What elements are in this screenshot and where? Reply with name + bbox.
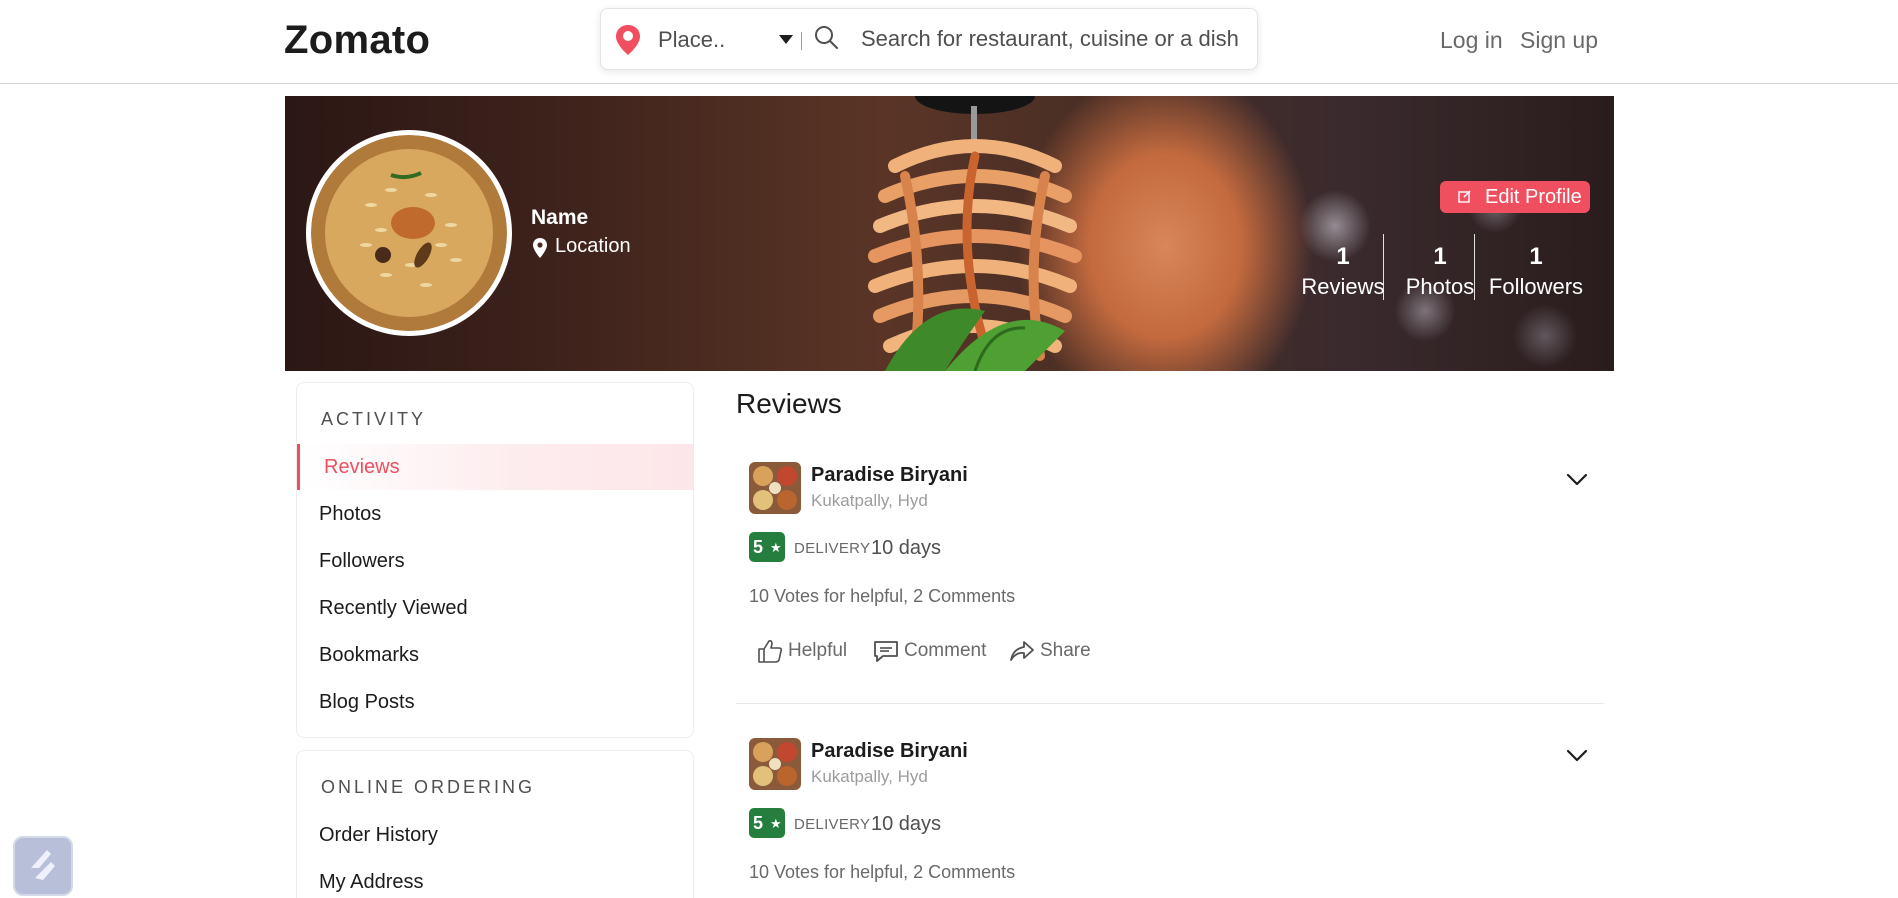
stat-label: Followers — [1488, 274, 1584, 299]
location-pin-icon — [616, 25, 640, 55]
location-select[interactable]: Place.. — [658, 27, 725, 53]
zomato-logo[interactable]: Zomato — [284, 18, 430, 63]
review-time: 10 days — [871, 813, 942, 835]
sidebar-item-label: Photos — [319, 503, 382, 525]
stat-followers[interactable]: 1 Followers — [1481, 242, 1591, 306]
sidebar-item-label: Blog Posts — [319, 691, 415, 713]
helpful-button[interactable]: Helpful — [756, 636, 848, 666]
edit-profile-button[interactable]: Edit Profile — [1440, 181, 1590, 213]
sidebar-item-label: Recently Viewed — [319, 597, 468, 619]
restaurant-food-image — [749, 738, 801, 790]
review-type-tag: DELIVERY — [794, 816, 871, 833]
profile-location: Location — [555, 235, 631, 257]
profile-name: Name — [531, 206, 589, 229]
stat-photos[interactable]: 1 Photos — [1390, 242, 1490, 306]
chevron-down-icon[interactable] — [1564, 466, 1590, 492]
star-icon: ★ — [770, 816, 782, 831]
chevron-down-icon[interactable] — [1564, 742, 1590, 768]
stat-label: Reviews — [1301, 274, 1385, 299]
sidebar-item-followers[interactable]: Followers — [297, 538, 693, 584]
stat-value: 1 — [1433, 243, 1447, 270]
lightning-icon — [31, 850, 55, 880]
review-type-tag: DELIVERY — [794, 540, 871, 557]
top-navbar: Zomato Place.. Log in Sign up — [0, 0, 1898, 84]
profile-avatar[interactable] — [306, 130, 512, 336]
stat-reviews[interactable]: 1 Reviews — [1288, 242, 1398, 306]
sidebar-item-bookmarks[interactable]: Bookmarks — [297, 632, 693, 678]
restaurant-location: Kukatpally, Hyd — [811, 491, 928, 510]
signup-link[interactable]: Sign up — [1520, 27, 1598, 54]
sidebar-item-blog-posts[interactable]: Blog Posts — [297, 679, 693, 725]
profile-banner: Name Location Edit Profile 1 Reviews 1 P… — [285, 96, 1614, 371]
sidebar-item-label: Order History — [319, 824, 438, 846]
comment-label: Comment — [904, 640, 987, 661]
rating-badge: 5 ★ — [749, 532, 785, 562]
sidebar-item-my-address[interactable]: My Address — [297, 859, 693, 898]
location-marker-icon — [533, 238, 547, 258]
sidebar-item-order-history[interactable]: Order History — [297, 812, 693, 858]
share-icon — [1010, 641, 1034, 661]
edit-profile-label: Edit Profile — [1485, 186, 1582, 208]
review-card: Paradise Biryani Kukatpally, Hyd 5 ★ DEL… — [736, 726, 1604, 898]
thumbs-up-icon — [758, 640, 783, 663]
votes-comments-count[interactable]: 10 Votes for helpful, 2 Comments — [749, 862, 1015, 883]
caret-down-icon[interactable] — [779, 35, 793, 44]
sidebar-item-label: My Address — [319, 871, 424, 893]
online-ordering-heading: ONLINE ORDERING — [321, 777, 536, 797]
activity-heading: ACTIVITY — [321, 409, 427, 429]
restaurant-thumbnail[interactable] — [749, 462, 801, 514]
rating-badge: 5 ★ — [749, 808, 785, 838]
reviews-heading: Reviews — [736, 388, 842, 419]
restaurant-food-image — [749, 462, 801, 514]
edit-icon — [1458, 190, 1471, 203]
rating-value: 5 — [753, 537, 764, 557]
review-card: Paradise Biryani Kukatpally, Hyd 5 ★ DEL… — [736, 450, 1604, 704]
restaurant-location: Kukatpally, Hyd — [811, 767, 928, 786]
stat-value: 1 — [1336, 243, 1350, 270]
restaurant-thumbnail[interactable] — [749, 738, 801, 790]
star-icon: ★ — [770, 540, 782, 555]
comment-button[interactable]: Comment — [872, 636, 992, 666]
activity-panel: ACTIVITY Reviews Photos Followers Recent… — [296, 382, 694, 738]
login-link[interactable]: Log in — [1440, 27, 1503, 54]
search-bar: Place.. — [600, 8, 1258, 70]
restaurant-name[interactable]: Paradise Biryani — [811, 740, 968, 763]
sidebar-item-photos[interactable]: Photos — [297, 491, 693, 537]
votes-comments-count[interactable]: 10 Votes for helpful, 2 Comments — [749, 586, 1015, 607]
search-divider — [801, 32, 802, 50]
biryani-image — [311, 135, 507, 331]
sidebar-item-label: Reviews — [324, 456, 400, 478]
stat-label: Photos — [1405, 274, 1475, 299]
restaurant-name[interactable]: Paradise Biryani — [811, 464, 968, 487]
sidebar-item-label: Followers — [319, 550, 405, 572]
online-ordering-panel: ONLINE ORDERING Order History My Address — [296, 750, 694, 898]
comment-icon — [874, 641, 898, 662]
floating-widget-button[interactable] — [13, 836, 73, 896]
review-time: 10 days — [871, 537, 942, 559]
pasta-fork-image — [868, 96, 1082, 371]
stat-divider — [1383, 234, 1384, 300]
stat-value: 1 — [1529, 243, 1543, 270]
search-input[interactable] — [861, 21, 1246, 57]
rating-value: 5 — [753, 813, 764, 833]
sidebar-item-reviews[interactable]: Reviews — [297, 444, 693, 490]
search-icon — [815, 26, 838, 49]
share-label: Share — [1040, 640, 1091, 661]
stat-divider — [1474, 234, 1475, 300]
sidebar-item-recently-viewed[interactable]: Recently Viewed — [297, 585, 693, 631]
helpful-label: Helpful — [788, 640, 848, 661]
share-button[interactable]: Share — [1008, 636, 1098, 666]
sidebar-item-label: Bookmarks — [319, 644, 420, 666]
